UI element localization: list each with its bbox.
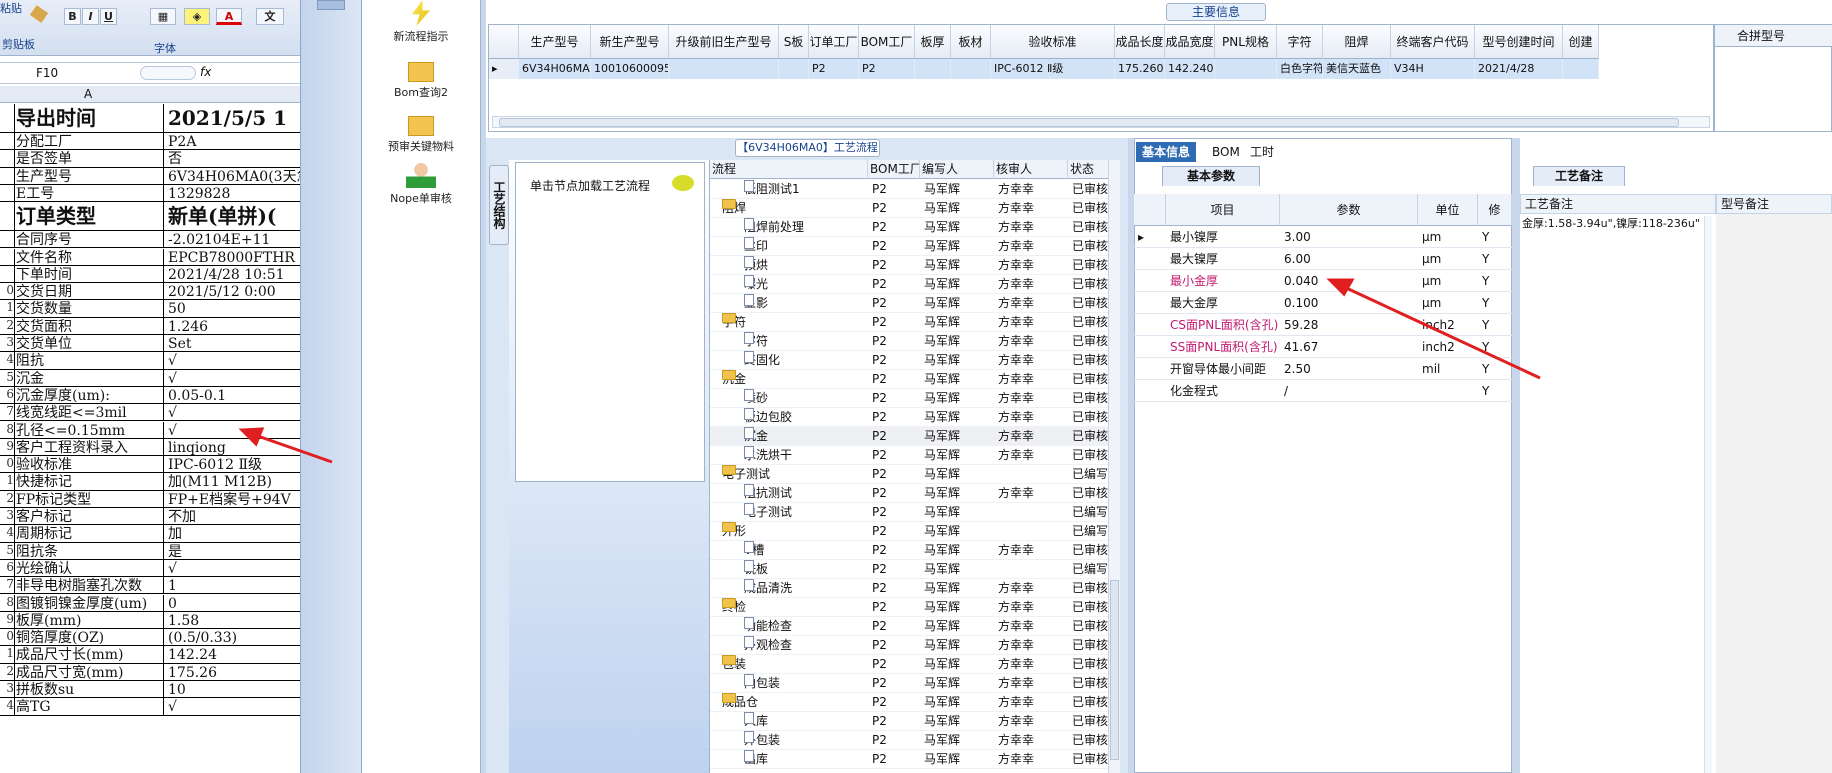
arrow-left bbox=[238, 427, 333, 464]
arrow-right bbox=[1326, 278, 1541, 380]
annotation-arrows bbox=[238, 278, 1541, 464]
